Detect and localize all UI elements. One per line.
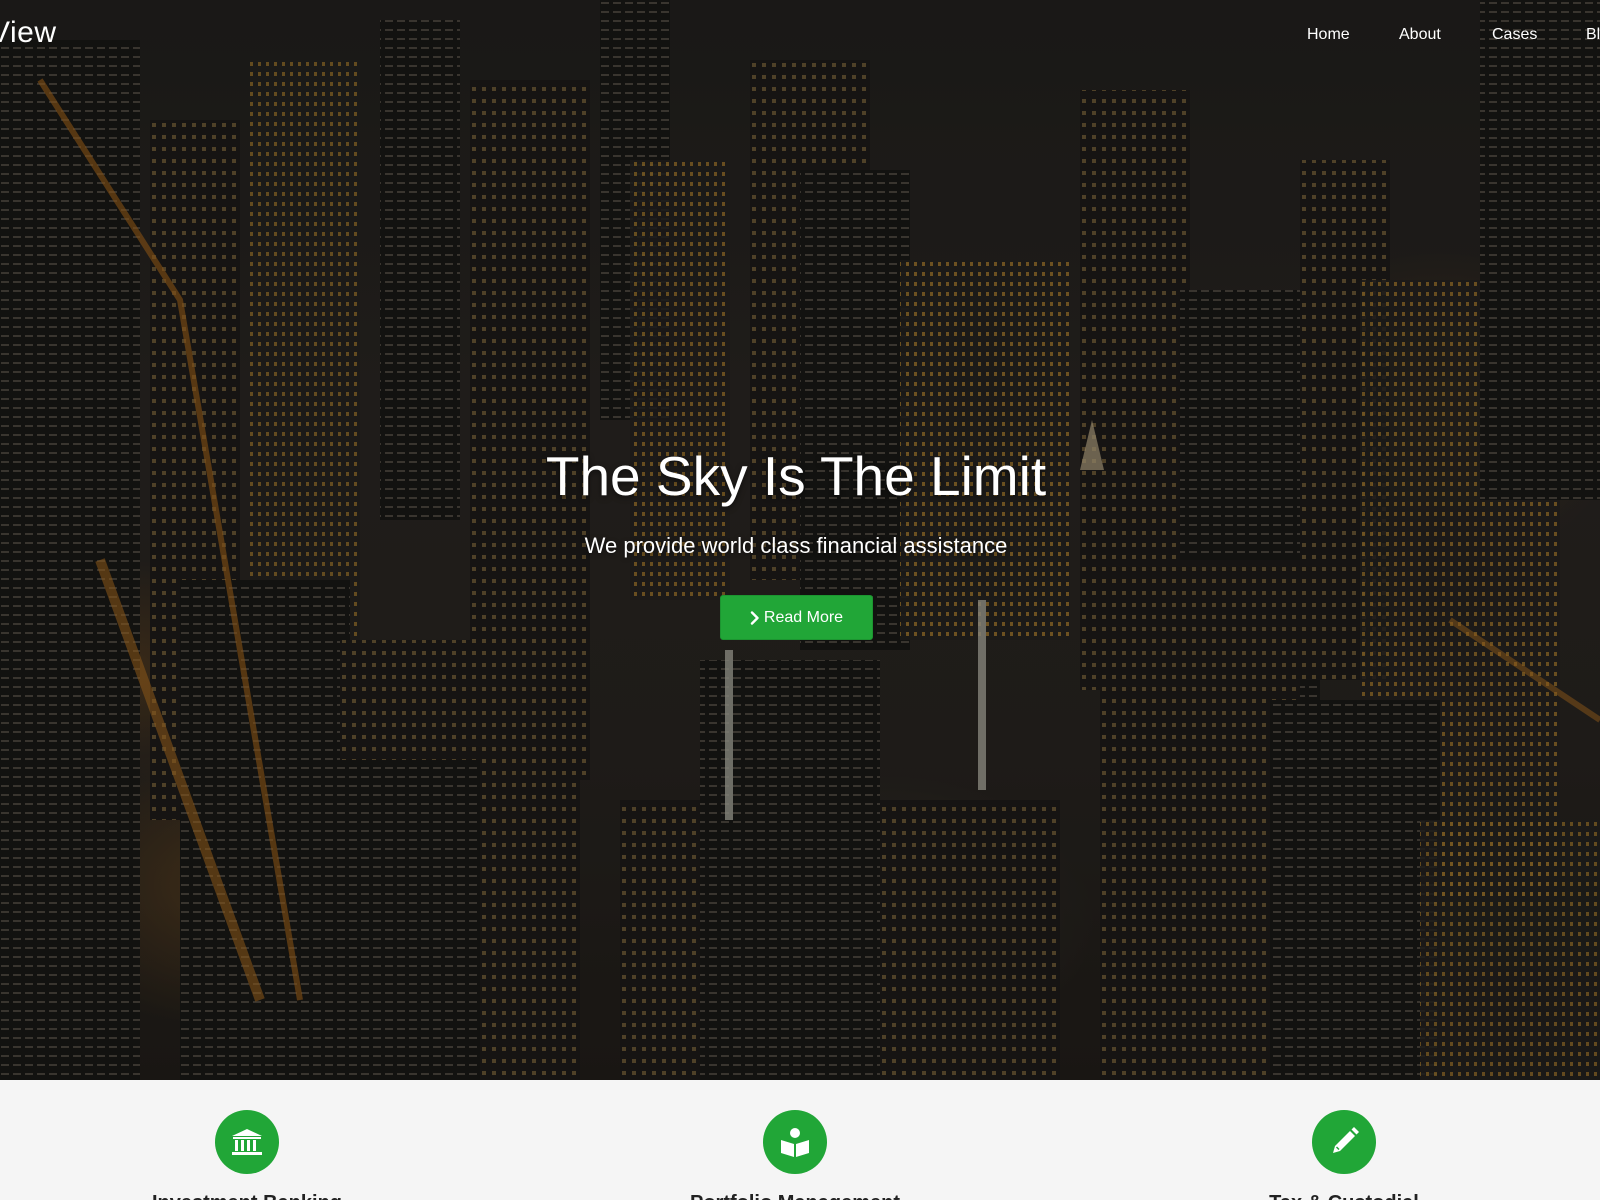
feature-tax-custodial: Tax & Custodial: [1214, 1110, 1474, 1200]
nav-item-cases[interactable]: Cases: [1492, 26, 1537, 44]
hero-title: The Sky Is The Limit: [545, 445, 1047, 507]
chevron-right-icon: [750, 610, 760, 625]
feature-portfolio-management: Portfolio Management: [665, 1110, 925, 1200]
feature-title: Portfolio Management: [665, 1192, 925, 1200]
features-section: Investment Banking Portfolio Management: [0, 1080, 1600, 1200]
nav-item-about[interactable]: About: [1399, 26, 1441, 44]
feature-investment-banking: Investment Banking: [117, 1110, 377, 1200]
pencil-icon: [1312, 1110, 1376, 1174]
page: View Home About Cases Bl The Sky Is The …: [0, 0, 1600, 1200]
feature-title: Tax & Custodial: [1214, 1192, 1474, 1200]
main-nav: Home About Cases Bl: [0, 26, 1600, 50]
book-reader-icon: [763, 1110, 827, 1174]
feature-title: Investment Banking: [117, 1192, 377, 1200]
read-more-label: Read More: [763, 608, 844, 626]
hero-section: View Home About Cases Bl The Sky Is The …: [0, 0, 1600, 1080]
read-more-button[interactable]: Read More: [720, 595, 873, 640]
bank-icon: [215, 1110, 279, 1174]
hero-subtitle: We provide world class financial assista…: [584, 533, 1008, 558]
nav-item-home[interactable]: Home: [1307, 26, 1350, 44]
nav-item-blog[interactable]: Bl: [1586, 26, 1600, 44]
